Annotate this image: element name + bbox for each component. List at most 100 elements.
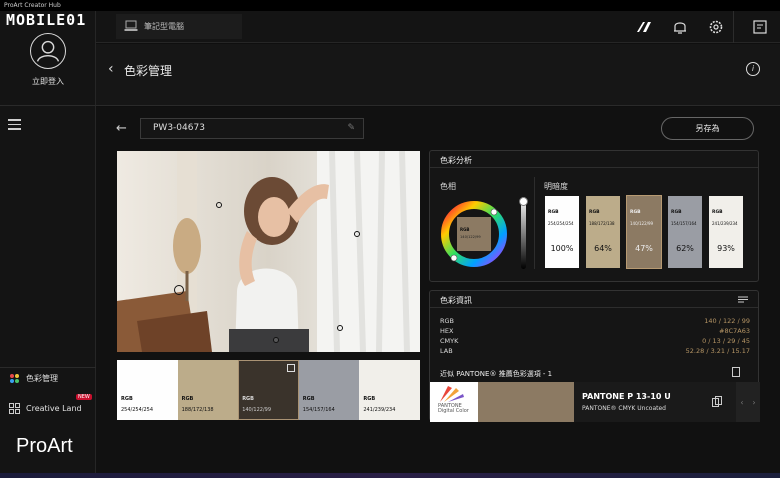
wheel-value: 140/122/99: [460, 235, 481, 239]
user-icon: [36, 40, 60, 62]
palette-swatch-selected[interactable]: RGB 140/122/99: [238, 360, 299, 420]
source-photo[interactable]: [117, 151, 420, 352]
brightness-card[interactable]: RGB 254/254/254 100%: [545, 196, 579, 268]
card-label: RGB: [589, 210, 600, 215]
color-analysis-panel: 色彩分析 色相 明暗度 RGB 140/122/99 RGB 254/254/2…: [429, 150, 759, 282]
export-icon[interactable]: [732, 367, 740, 377]
window-titlebar: ProArt Creator Hub: [0, 0, 780, 11]
card-value: 254/254/254: [548, 221, 574, 226]
pencil-icon[interactable]: ✎: [347, 119, 355, 138]
sidebar-item-label: Creative Land: [26, 403, 82, 413]
proart-logo: ProArt: [16, 435, 73, 457]
pantone-card: PANTONE Digital Color PANTONE P 13-10 U P…: [430, 382, 760, 422]
watermark-logo: MOBILE01: [6, 11, 87, 29]
color-picker-point[interactable]: [216, 202, 222, 208]
pantone-fan-icon: [440, 386, 464, 402]
divider: [430, 307, 758, 308]
color-info-panel: 色彩資訊 RGB 140 / 122 / 99 HEX #8C7A63 CMYK 0 …: [429, 290, 760, 422]
hue-wheel[interactable]: RGB 140/122/99: [440, 200, 508, 268]
chevron-right-icon[interactable]: ›: [752, 398, 755, 407]
sidebar: MOBILE01 立即登入 色彩管理 Creative Land NEW Pro…: [0, 11, 96, 478]
panel-title: 色彩資訊: [440, 296, 472, 305]
asus-logo-icon[interactable]: [634, 17, 654, 37]
bell-icon[interactable]: [670, 17, 690, 37]
brightness-cards: RGB 254/254/254 100% RGB 188/172/138 64%…: [545, 195, 743, 269]
brightness-slider[interactable]: [519, 197, 528, 269]
card-percent: 100%: [550, 244, 574, 253]
save-as-button[interactable]: 另存為: [661, 117, 754, 140]
page-title: 色彩管理: [124, 64, 173, 78]
page-header: ‹ 色彩管理 i: [96, 44, 780, 106]
sidebar-item-color-management[interactable]: 色彩管理: [0, 367, 96, 389]
new-badge: NEW: [76, 394, 92, 400]
palette-strip: RGB 254/254/254 RGB 188/172/138 RGB 140/…: [117, 360, 420, 420]
chevron-left-icon[interactable]: ‹: [740, 398, 743, 407]
app-title: ProArt Creator Hub: [4, 2, 61, 9]
card-label: RGB: [712, 210, 723, 215]
swatch-label: RGB: [242, 396, 254, 402]
sidebar-item-creative-land[interactable]: Creative Land NEW: [0, 394, 96, 419]
swatch-value: 154/157/164: [302, 407, 335, 413]
divider: [430, 167, 758, 168]
card-label: RGB: [630, 210, 641, 215]
profile-name-field[interactable]: PW3-04673 ✎: [140, 118, 364, 139]
swatch-value: 188/172/138: [181, 407, 214, 413]
wheel-label: RGB: [460, 227, 469, 232]
brightness-card[interactable]: RGB 188/172/138 64%: [586, 196, 620, 268]
info-row-cmyk: CMYK 0 / 13 / 29 / 45: [440, 337, 750, 345]
copy-icon[interactable]: [712, 396, 722, 407]
palette-swatch[interactable]: RGB 254/254/254: [117, 360, 178, 420]
pantone-logo-sub: Digital Color: [438, 408, 469, 414]
device-tab[interactable]: 筆記型電腦: [116, 14, 242, 39]
arrow-left-icon[interactable]: ←: [116, 121, 127, 136]
login-link[interactable]: 立即登入: [0, 76, 96, 87]
color-picker-point[interactable]: [273, 337, 279, 343]
color-picker-point-active[interactable]: [174, 285, 184, 295]
brightness-card[interactable]: RGB 154/157/164 62%: [668, 196, 702, 268]
card-label: RGB: [671, 210, 682, 215]
info-row-lab: LAB 52.28 / 3.21 / 15.17: [440, 347, 750, 355]
info-row-hex: HEX #8C7A63: [440, 327, 750, 335]
brightness-card-selected[interactable]: RGB 140/122/99 47%: [626, 195, 662, 269]
checkbox-icon[interactable]: [286, 364, 295, 372]
swatch-label: RGB: [181, 396, 194, 402]
topbar-icons: [634, 17, 770, 37]
divider: [0, 105, 96, 106]
card-percent: 93%: [717, 244, 735, 253]
brightness-card[interactable]: RGB 241/239/234 93%: [709, 196, 743, 268]
swatch-value: 241/239/234: [363, 407, 396, 413]
divider: [534, 177, 535, 269]
card-value: 154/157/164: [671, 221, 697, 226]
feedback-icon[interactable]: [750, 17, 770, 37]
pantone-pager: ‹ ›: [736, 382, 760, 422]
info-row-rgb: RGB 140 / 122 / 99: [440, 317, 750, 325]
gear-icon[interactable]: [706, 17, 726, 37]
menu-icon[interactable]: [8, 119, 21, 130]
main-content: ← PW3-04673 ✎ 另存為 RGB 254/254/254 RGB 18…: [96, 107, 780, 478]
palette-swatch[interactable]: RGB 241/239/234: [359, 360, 420, 420]
taskbar-strip: [0, 473, 780, 478]
list-menu-icon[interactable]: [738, 296, 748, 303]
pantone-heading: 近似 PANTONE® 推薦色彩選項 - 1: [440, 370, 553, 378]
laptop-icon: [124, 20, 138, 31]
brightness-label: 明暗度: [544, 182, 568, 191]
card-percent: 62%: [676, 244, 694, 253]
slider-handle[interactable]: [519, 197, 528, 206]
pantone-subtitle: PANTONE® CMYK Uncoated: [582, 405, 666, 412]
palette-swatch[interactable]: RGB 154/157/164: [298, 360, 360, 420]
swatch-value: 254/254/254: [121, 407, 153, 413]
topbar: 筆記型電腦: [96, 11, 780, 43]
panel-title: 色彩分析: [440, 156, 472, 165]
color-picker-point[interactable]: [337, 325, 343, 331]
card-percent: 47%: [635, 244, 653, 253]
card-value: 140/122/99: [630, 221, 654, 226]
info-icon[interactable]: i: [746, 62, 760, 76]
sidebar-item-label: 色彩管理: [26, 374, 58, 383]
card-label: RGB: [548, 210, 559, 215]
palette-swatch[interactable]: RGB 188/172/138: [177, 360, 239, 420]
chevron-left-icon[interactable]: ‹: [108, 61, 114, 77]
color-picker-point[interactable]: [354, 231, 360, 237]
swatch-label: RGB: [363, 396, 376, 402]
grid-icon: [9, 402, 20, 414]
avatar[interactable]: [30, 33, 66, 69]
